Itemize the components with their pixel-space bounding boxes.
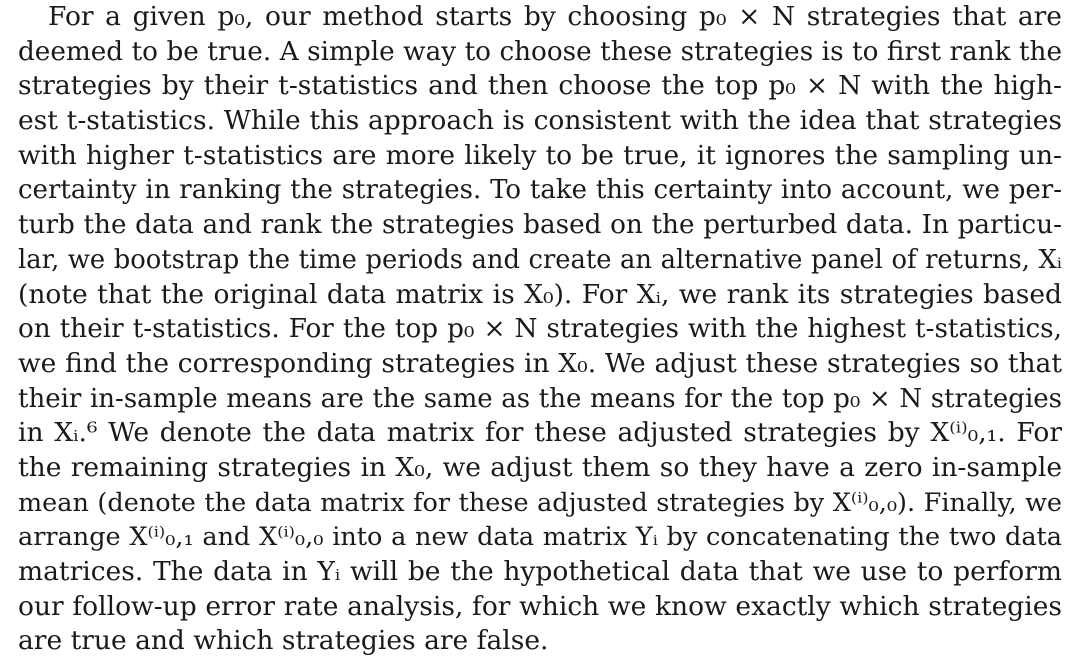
text-line: lar, we bootstrap the time periods and c… [18,244,1062,275]
text-line: strategies by their t-statistics and the… [18,70,1062,102]
text-line: our follow-up error rate analysis, for w… [18,590,1062,622]
text-line: matrices. The data in Yᵢ will be the hyp… [18,556,1062,587]
text-line: arrange X⁽ⁱ⁾₀,₁ and X⁽ⁱ⁾₀,₀ into a new d… [18,522,1062,553]
text-line: mean (denote the data matrix for these a… [18,487,1062,518]
text-line: certainty in ranking the strategies. To … [18,175,1062,206]
text-line: we find the corresponding strategies in … [18,347,1062,379]
text-line: For a given p₀, our method starts by cho… [48,1,1062,32]
text-line: on their t-statistics. For the top p₀ × … [18,314,1062,345]
body-paragraph: For a given p₀, our method starts by cho… [18,0,1062,659]
text-line: their in-sample means are the same as th… [18,383,1062,414]
text-line: with higher t-statistics are more likely… [18,139,1062,171]
text-line: deemed to be true. A simple way to choos… [18,36,1062,67]
document-page: For a given p₀, our method starts by cho… [0,0,1080,670]
text-line: est t-statistics. While this approach is… [18,105,1062,137]
text-line: (note that the original data matrix is X… [18,278,1062,310]
text-line: turb the data and rank the strategies ba… [18,210,1062,241]
text-line-footnote-ref: in Xᵢ.⁶ We denote the data matrix for th… [18,417,1062,449]
text-line-last: are true and which strategies are false. [18,625,549,657]
text-line: the remaining strategies in X₀, we adjus… [18,451,1062,483]
